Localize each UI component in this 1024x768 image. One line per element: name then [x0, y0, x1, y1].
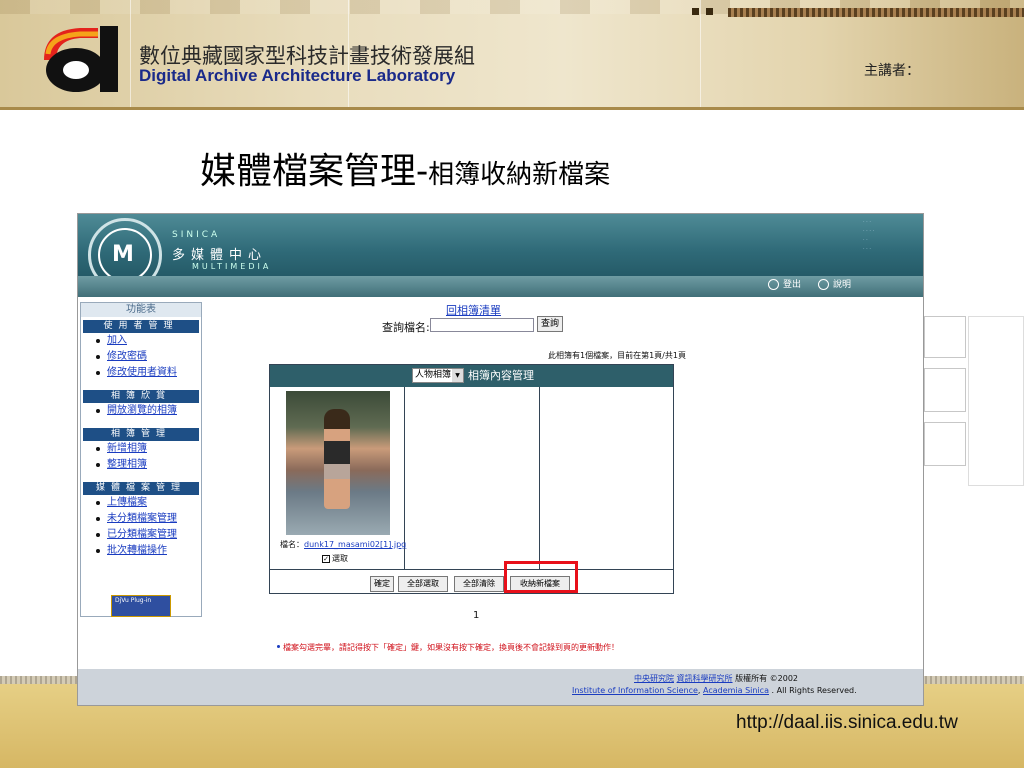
sidebar-link-edit-user[interactable]: 修改使用者資料	[81, 365, 201, 381]
back-to-albums-link[interactable]: 回相簿清單	[446, 302, 501, 318]
sidebar-link-join[interactable]: 加入	[81, 333, 201, 349]
slide-title: 媒體檔案管理-相簿收納新檔案	[200, 150, 610, 197]
sidebar-link-public-albums[interactable]: 開放瀏覽的相簿	[81, 403, 201, 419]
search-input[interactable]	[430, 318, 534, 332]
page-info: 此相簿有1個檔案，目前在第1頁/共1頁	[548, 351, 686, 360]
sidebar-link-upload[interactable]: 上傳檔案	[81, 495, 201, 511]
banner-sinica: SINICA	[172, 230, 221, 240]
sidebar-link-change-password[interactable]: 修改密碼	[81, 349, 201, 365]
sidebar-link-classified[interactable]: 已分類檔案管理	[81, 527, 201, 543]
select-checkbox-row: ✓ 選取	[322, 553, 348, 564]
header-dots	[692, 8, 1024, 18]
djvu-plugin-label: DjVu Plug-in	[115, 597, 152, 604]
logout-button[interactable]: 登出	[768, 277, 801, 290]
panel-button-row: 確定 全部選取 全部清除 收納新檔案	[270, 569, 673, 594]
album-select[interactable]: 人物相簿 ▼	[412, 368, 464, 383]
clear-all-button[interactable]: 全部清除	[454, 576, 504, 592]
footer-link-academia-en[interactable]: Academia Sinica	[703, 686, 769, 695]
select-checkbox[interactable]: ✓	[322, 555, 330, 563]
empty-cell	[540, 387, 673, 569]
decor-box	[968, 316, 1024, 486]
daal-logo	[44, 26, 118, 92]
site-url[interactable]: http://daal.iis.sinica.edu.tw	[736, 712, 958, 734]
speaker-label: 主講者：	[864, 63, 920, 79]
banner-decoration: · · · · · · · · · · · ·	[863, 219, 875, 252]
file-name-link[interactable]: dunk17_masami02[1].jpg	[304, 540, 406, 549]
file-name-row: 檔名：dunk17_masami02[1].jpg	[280, 539, 406, 550]
sidebar-section-title: 媒體檔案管理	[83, 482, 199, 495]
header-divider	[130, 0, 131, 107]
chevron-down-icon: ▼	[452, 369, 463, 382]
decor-box	[924, 316, 966, 358]
banner-logo-m: M	[112, 242, 134, 267]
help-label: 說明	[833, 280, 852, 290]
help-icon	[818, 279, 829, 290]
footer-link-academia[interactable]: 中央研究院	[634, 674, 674, 683]
file-name-label: 檔名：	[280, 540, 304, 549]
album-panel-title: 相簿內容管理	[468, 369, 534, 382]
photo-cell: 檔名：dunk17_masami02[1].jpg ✓ 選取	[270, 387, 406, 569]
org-name-en: Digital Archive Architecture Laboratory	[139, 66, 456, 85]
highlight-box	[504, 561, 578, 593]
sidebar-section-title: 相簿欣賞	[83, 390, 199, 403]
photo-thumbnail[interactable]	[286, 391, 390, 535]
slide-title-sub: 相簿收納新檔案	[428, 160, 611, 190]
logout-icon	[768, 279, 779, 290]
album-panel-header: 人物相簿 ▼ 相簿內容管理	[270, 365, 673, 387]
footer-rights-en: . All Rights Reserved.	[771, 686, 857, 695]
footer-line-en: Institute of Information Science, Academ…	[572, 686, 857, 695]
help-button[interactable]: 說明	[818, 277, 851, 290]
sidebar-link-new-album[interactable]: 新增相簿	[81, 441, 201, 457]
footer-line-zh: 中央研究院 資訊科學研究所 版權所有 ©2002	[634, 673, 798, 684]
decor-box	[924, 422, 966, 466]
djvu-plugin-badge[interactable]: DjVu Plug-in	[111, 595, 171, 617]
footer-link-iis-en[interactable]: Institute of Information Science	[572, 686, 698, 695]
search-button[interactable]: 查詢	[537, 316, 563, 332]
warning-note: 檔案勾選完畢，請記得按下「確定」鍵，如果沒有按下確定，換頁後不會記錄到頁的更新動…	[277, 643, 619, 652]
album-select-value: 人物相簿	[415, 370, 452, 380]
sidebar-link-organize-album[interactable]: 整理相簿	[81, 457, 201, 473]
sidebar-link-batch-convert[interactable]: 批次轉檔操作	[81, 543, 201, 559]
sidebar-header: 功能表	[81, 303, 201, 317]
footer-link-iis[interactable]: 資訊科學研究所	[677, 674, 733, 683]
slide-header: 數位典藏國家型科技計畫技術發展組 Digital Archive Archite…	[0, 0, 1024, 110]
sidebar: 功能表 使用者管理 加入 修改密碼 修改使用者資料 相簿欣賞 開放瀏覽的相簿 相…	[80, 302, 202, 617]
app-banner: M SINICA 多媒體中心 MULTIMEDIA · · · · · · · · …	[78, 214, 923, 297]
album-panel: 人物相簿 ▼ 相簿內容管理 檔名：dunk17_masami02[1].jpg ✓…	[269, 364, 674, 594]
select-all-button[interactable]: 全部選取	[398, 576, 448, 592]
search-label: 查詢檔名:	[382, 321, 430, 334]
page-number[interactable]: 1	[473, 610, 479, 621]
confirm-button[interactable]: 確定	[370, 576, 394, 592]
app-screenshot: M SINICA 多媒體中心 MULTIMEDIA · · · · · · · · …	[77, 213, 924, 706]
banner-multimedia: MULTIMEDIA	[192, 262, 272, 271]
banner-title: 多媒體中心	[172, 248, 268, 263]
footer-rights-zh: 版權所有 ©2002	[735, 674, 798, 683]
empty-cell	[405, 387, 540, 569]
decor-box	[924, 368, 966, 412]
slide-title-main: 媒體檔案管理-	[200, 151, 429, 192]
sidebar-section-title: 使用者管理	[83, 320, 199, 333]
select-checkbox-label: 選取	[332, 554, 348, 563]
sidebar-link-unclassified[interactable]: 未分類檔案管理	[81, 511, 201, 527]
app-footer: 中央研究院 資訊科學研究所 版權所有 ©2002 Institute of In…	[78, 669, 923, 705]
logout-label: 登出	[783, 280, 802, 290]
footer-separator: ,	[697, 686, 701, 695]
sidebar-section-title: 相簿管理	[83, 428, 199, 441]
